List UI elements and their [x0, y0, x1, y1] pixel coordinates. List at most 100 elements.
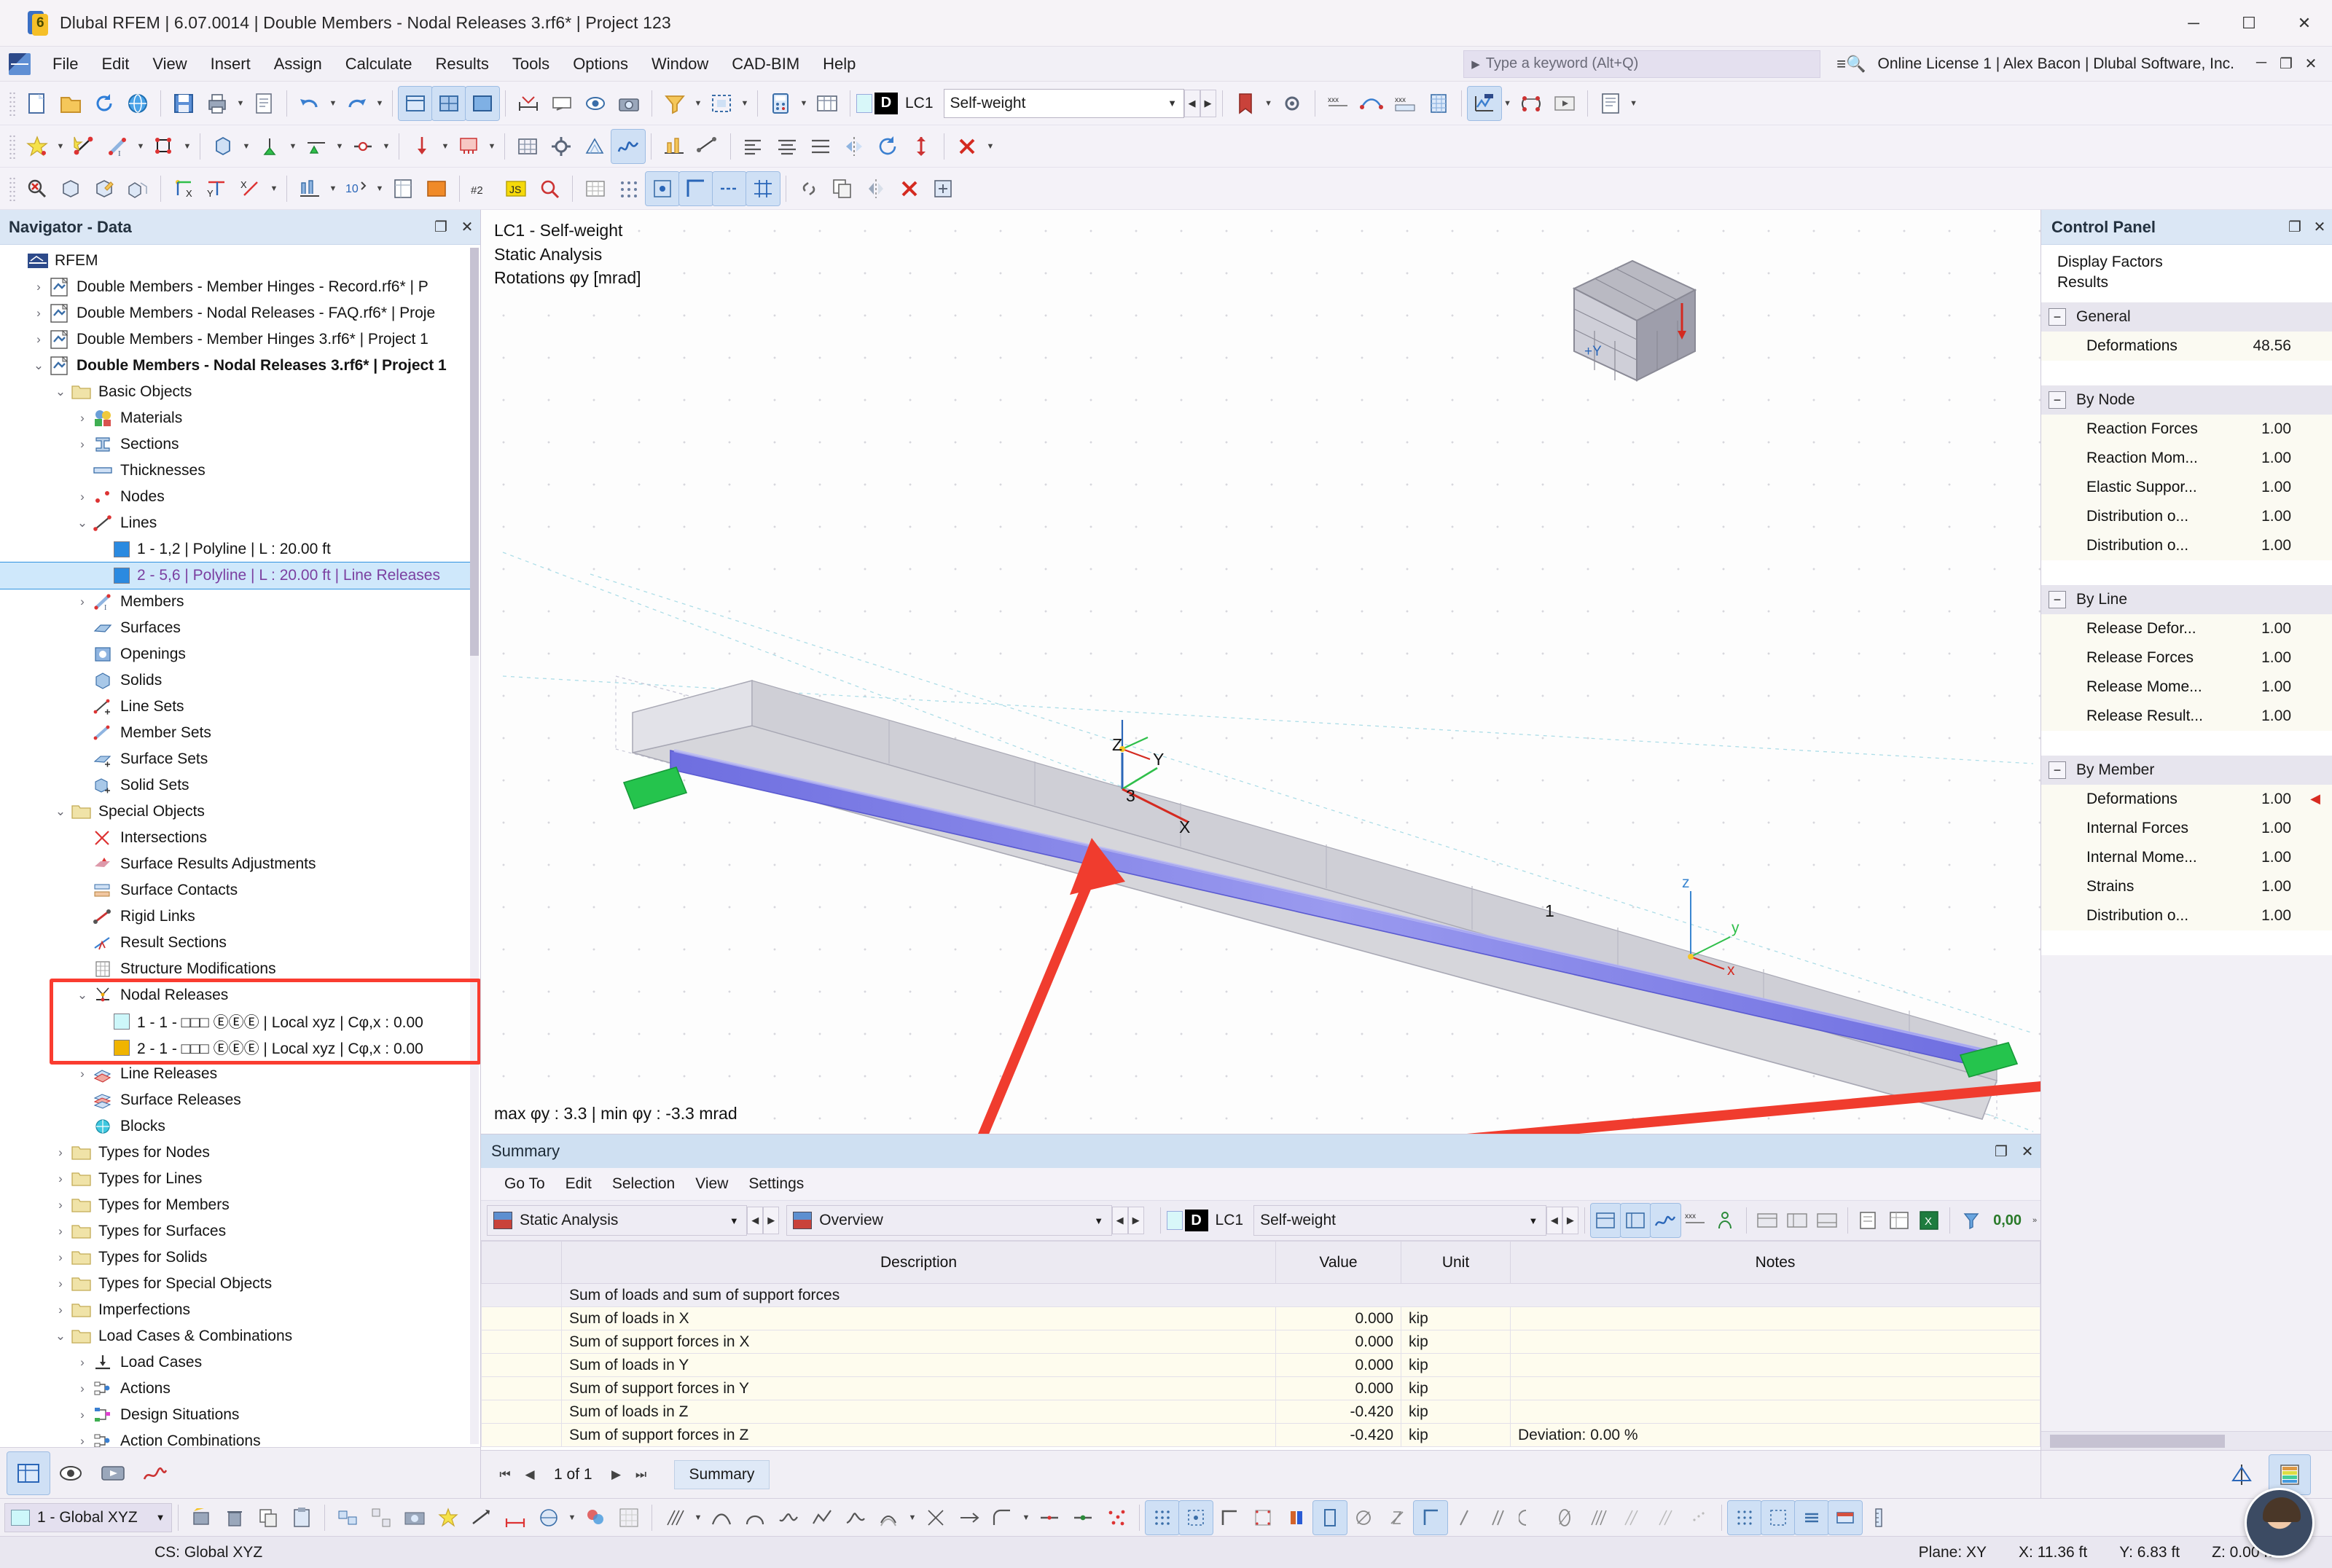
hatch-dropdown-icon[interactable]: ▼ — [692, 1501, 705, 1534]
grid-object-icon[interactable] — [612, 1501, 646, 1534]
tree-item-line-releases[interactable]: › Line Releases — [0, 1061, 480, 1087]
chevron-right-icon[interactable]: › — [73, 1381, 92, 1396]
nurbs-icon[interactable] — [839, 1501, 872, 1534]
hatch1-icon[interactable] — [658, 1501, 692, 1534]
snap-near-icon[interactable] — [1648, 1501, 1682, 1534]
line-support-icon[interactable] — [300, 130, 333, 163]
summary-graph-icon[interactable] — [1649, 1203, 1681, 1238]
summary-menu-settings[interactable]: Settings — [738, 1173, 814, 1195]
model-viewport[interactable]: LC1 - Self-weight Static Analysis Rotati… — [481, 210, 2040, 1134]
workplane-icon[interactable] — [1828, 1500, 1863, 1535]
load-case-next-button[interactable]: ▶ — [1200, 89, 1216, 117]
col-index[interactable] — [481, 1241, 562, 1284]
control-panel-factor-row[interactable]: Distribution o... 1.00 — [2041, 530, 2332, 560]
chevron-right-icon[interactable]: › — [51, 1224, 70, 1239]
visibility-icon[interactable] — [579, 87, 612, 120]
xxx-values-icon[interactable]: xxx — [1321, 87, 1355, 120]
view-render-icon[interactable] — [465, 85, 500, 121]
tree-item-double-members-nodal-releases-faq-rf6-pr[interactable]: › Double Members - Nodal Releases - FAQ.r… — [0, 300, 480, 326]
control-panel-factor-row[interactable]: Elastic Suppor... 1.00 — [2041, 472, 2332, 502]
menu-edit[interactable]: Edit — [90, 51, 141, 77]
bottom-dropdown-icon[interactable]: ▼ — [566, 1501, 579, 1534]
result-graph-icon[interactable] — [611, 128, 646, 164]
filter-icon[interactable] — [658, 87, 692, 120]
summary-person-icon[interactable] — [1710, 1204, 1740, 1237]
table-row[interactable]: Sum of support forces in X 0.000 kip — [481, 1330, 2040, 1354]
copy-icon[interactable] — [826, 172, 859, 205]
summary-table1-icon[interactable] — [1753, 1204, 1783, 1237]
offset-icon[interactable] — [872, 1501, 906, 1534]
sheet-icon[interactable] — [386, 172, 420, 205]
tree-item-openings[interactable]: Openings — [0, 641, 480, 667]
paste-object-icon[interactable] — [285, 1501, 318, 1534]
curve-icon[interactable] — [705, 1501, 738, 1534]
chevron-down-icon[interactable]: ▼ — [1521, 1215, 1546, 1226]
line-support-dropdown-icon[interactable]: ▼ — [333, 130, 346, 163]
dim-object-icon[interactable] — [498, 1501, 532, 1534]
select-all-icon[interactable] — [705, 87, 738, 120]
ortho-snap-icon[interactable] — [678, 170, 713, 206]
keyword-search-input[interactable]: ▶ Type a keyword (Alt+Q) — [1463, 50, 1821, 78]
menu-options[interactable]: Options — [561, 51, 640, 77]
load-case-stepper[interactable]: ◀ ▶ — [1183, 89, 1216, 117]
maximize-button[interactable]: ☐ — [2221, 0, 2277, 47]
summary-close-button[interactable]: ✕ — [2014, 1142, 2040, 1161]
layer-icon[interactable] — [1794, 1500, 1829, 1535]
link-icon[interactable] — [792, 172, 826, 205]
control-panel-group-by-member[interactable]: − By Member — [2041, 755, 2332, 785]
control-panel-group-general[interactable]: − General — [2041, 302, 2332, 332]
redo-icon[interactable] — [340, 87, 373, 120]
split-icon[interactable] — [1033, 1501, 1066, 1534]
animation-icon[interactable] — [1548, 87, 1581, 120]
calculate-dropdown-icon[interactable]: ▼ — [797, 87, 810, 120]
table-row[interactable]: Sum of support forces in Y 0.000 kip — [481, 1376, 2040, 1400]
table-row[interactable]: Sum of loads in Y 0.000 kip — [481, 1353, 2040, 1377]
snap-grid-icon[interactable] — [1145, 1500, 1180, 1535]
tree-item-rfem[interactable]: RFEM — [0, 248, 480, 274]
menu-window[interactable]: Window — [640, 51, 720, 77]
factor-value[interactable]: 1.00 — [2231, 420, 2298, 438]
factor-value[interactable]: 1.00 — [2231, 649, 2298, 667]
search-model-icon[interactable] — [533, 172, 566, 205]
new-line-icon[interactable] — [67, 130, 101, 163]
new-member-icon[interactable]: I — [101, 130, 134, 163]
ruler-icon[interactable] — [1862, 1501, 1895, 1534]
view-solid-icon[interactable] — [431, 85, 466, 121]
chevron-right-icon[interactable]: › — [73, 1434, 92, 1447]
summary-view-stepper[interactable]: ◀ ▶ — [1111, 1207, 1144, 1234]
building-results-icon[interactable] — [1422, 87, 1455, 120]
result-diagram-dropdown-icon[interactable]: ▼ — [1501, 87, 1514, 120]
print-report-dropdown-icon[interactable]: ▼ — [1627, 87, 1640, 120]
table-row[interactable]: Sum of loads in X 0.000 kip — [481, 1306, 2040, 1330]
table-row[interactable]: Sum of support forces in Z -0.420 kip Devia… — [481, 1423, 2040, 1447]
summary-excel-icon[interactable]: X — [1914, 1204, 1944, 1237]
scatter-icon[interactable] — [1100, 1501, 1133, 1534]
axis-y-icon[interactable]: Y — [200, 172, 234, 205]
grid-view-icon[interactable] — [579, 172, 612, 205]
chevron-right-icon[interactable]: › — [51, 1172, 70, 1186]
chevron-right-icon[interactable]: › — [73, 595, 92, 609]
delete-dropdown-icon[interactable]: ▼ — [984, 130, 997, 163]
page-next-button[interactable]: ▶ — [604, 1467, 629, 1482]
new-surface-icon[interactable] — [147, 130, 181, 163]
page-prev-button[interactable]: ◀ — [517, 1467, 542, 1482]
table-row[interactable]: Sum of loads in Z -0.420 kip — [481, 1400, 2040, 1424]
new-solid-icon[interactable] — [206, 130, 240, 163]
toolbar3-grip[interactable] — [9, 176, 16, 201]
collapse-minus-icon[interactable]: − — [2049, 761, 2066, 779]
chevron-right-icon[interactable]: › — [51, 1198, 70, 1212]
summary-table-container[interactable]: Description Value Unit Notes Sum of load… — [481, 1241, 2040, 1450]
axis-x-icon[interactable]: X — [234, 172, 267, 205]
control-panel-factor-row[interactable]: Strains 1.00 — [2041, 871, 2332, 901]
factor-value[interactable]: 1.00 — [2231, 878, 2298, 895]
load-dropdown-icon[interactable]: ▼ — [439, 130, 452, 163]
tree-item-2-5-6-polyline-l-20-00-ft-line-releases[interactable]: 2 - 5,6 | Polyline | L : 20.00 ft | Line… — [0, 562, 471, 589]
select-dropdown-icon[interactable]: ▼ — [738, 87, 751, 120]
summary-table2-icon[interactable] — [1783, 1204, 1812, 1237]
deformation-view-icon[interactable] — [1355, 87, 1388, 120]
factor-value[interactable]: 1.00 — [2231, 707, 2298, 725]
member-hinge-dropdown-icon[interactable]: ▼ — [380, 130, 393, 163]
summary-analysis-next[interactable]: ▶ — [763, 1207, 780, 1234]
open-file-icon[interactable] — [54, 87, 87, 120]
factor-value[interactable]: 1.00 — [2231, 849, 2298, 866]
